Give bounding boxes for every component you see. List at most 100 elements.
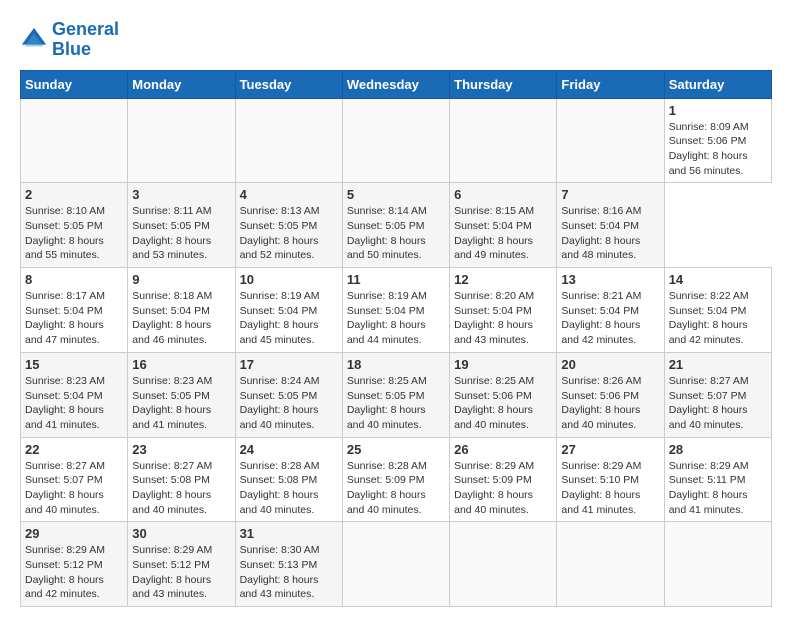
day-number: 30 xyxy=(132,526,230,541)
day-number: 19 xyxy=(454,357,552,372)
day-info: Sunrise: 8:20 AMSunset: 5:04 PMDaylight:… xyxy=(454,289,552,348)
day-info: Sunrise: 8:18 AMSunset: 5:04 PMDaylight:… xyxy=(132,289,230,348)
calendar-day-1: 1 Sunrise: 8:09 AMSunset: 5:06 PMDayligh… xyxy=(664,98,771,183)
day-header-sunday: Sunday xyxy=(21,70,128,98)
day-info: Sunrise: 8:10 AMSunset: 5:05 PMDaylight:… xyxy=(25,204,123,263)
day-number: 28 xyxy=(669,442,767,457)
day-number: 9 xyxy=(132,272,230,287)
day-info: Sunrise: 8:14 AMSunset: 5:05 PMDaylight:… xyxy=(347,204,445,263)
calendar-day-21: 21 Sunrise: 8:27 AMSunset: 5:07 PMDaylig… xyxy=(664,352,771,437)
calendar-day-14: 14 Sunrise: 8:22 AMSunset: 5:04 PMDaylig… xyxy=(664,268,771,353)
calendar-day-22: 22 Sunrise: 8:27 AMSunset: 5:07 PMDaylig… xyxy=(21,437,128,522)
day-number: 6 xyxy=(454,187,552,202)
day-info: Sunrise: 8:23 AMSunset: 5:05 PMDaylight:… xyxy=(132,374,230,433)
empty-cell xyxy=(235,98,342,183)
day-number: 2 xyxy=(25,187,123,202)
day-info: Sunrise: 8:16 AMSunset: 5:04 PMDaylight:… xyxy=(561,204,659,263)
calendar-day-23: 23 Sunrise: 8:27 AMSunset: 5:08 PMDaylig… xyxy=(128,437,235,522)
day-number: 5 xyxy=(347,187,445,202)
calendar-day-9: 9 Sunrise: 8:18 AMSunset: 5:04 PMDayligh… xyxy=(128,268,235,353)
empty-cell xyxy=(21,98,128,183)
calendar-day-28: 28 Sunrise: 8:29 AMSunset: 5:11 PMDaylig… xyxy=(664,437,771,522)
day-number: 16 xyxy=(132,357,230,372)
day-info: Sunrise: 8:27 AMSunset: 5:08 PMDaylight:… xyxy=(132,459,230,518)
day-info: Sunrise: 8:25 AMSunset: 5:06 PMDaylight:… xyxy=(454,374,552,433)
day-number: 3 xyxy=(132,187,230,202)
calendar-day-6: 6 Sunrise: 8:15 AMSunset: 5:04 PMDayligh… xyxy=(450,183,557,268)
logo-icon xyxy=(20,26,48,54)
day-info: Sunrise: 8:29 AMSunset: 5:12 PMDaylight:… xyxy=(25,543,123,602)
week-row-0: 1 Sunrise: 8:09 AMSunset: 5:06 PMDayligh… xyxy=(21,98,772,183)
calendar-day-19: 19 Sunrise: 8:25 AMSunset: 5:06 PMDaylig… xyxy=(450,352,557,437)
day-number: 4 xyxy=(240,187,338,202)
calendar-day-4: 4 Sunrise: 8:13 AMSunset: 5:05 PMDayligh… xyxy=(235,183,342,268)
calendar-day-16: 16 Sunrise: 8:23 AMSunset: 5:05 PMDaylig… xyxy=(128,352,235,437)
day-info: Sunrise: 8:24 AMSunset: 5:05 PMDaylight:… xyxy=(240,374,338,433)
day-info: Sunrise: 8:22 AMSunset: 5:04 PMDaylight:… xyxy=(669,289,767,348)
day-info: Sunrise: 8:13 AMSunset: 5:05 PMDaylight:… xyxy=(240,204,338,263)
day-header-friday: Friday xyxy=(557,70,664,98)
day-info: Sunrise: 8:27 AMSunset: 5:07 PMDaylight:… xyxy=(25,459,123,518)
day-number: 17 xyxy=(240,357,338,372)
day-number: 14 xyxy=(669,272,767,287)
calendar-day-26: 26 Sunrise: 8:29 AMSunset: 5:09 PMDaylig… xyxy=(450,437,557,522)
day-info: Sunrise: 8:28 AMSunset: 5:09 PMDaylight:… xyxy=(347,459,445,518)
day-number: 12 xyxy=(454,272,552,287)
calendar-day-29: 29 Sunrise: 8:29 AMSunset: 5:12 PMDaylig… xyxy=(21,522,128,607)
day-info: Sunrise: 8:11 AMSunset: 5:05 PMDaylight:… xyxy=(132,204,230,263)
calendar-day-25: 25 Sunrise: 8:28 AMSunset: 5:09 PMDaylig… xyxy=(342,437,449,522)
calendar-day-5: 5 Sunrise: 8:14 AMSunset: 5:05 PMDayligh… xyxy=(342,183,449,268)
day-header-monday: Monday xyxy=(128,70,235,98)
day-number: 20 xyxy=(561,357,659,372)
day-info: Sunrise: 8:25 AMSunset: 5:05 PMDaylight:… xyxy=(347,374,445,433)
calendar-day-3: 3 Sunrise: 8:11 AMSunset: 5:05 PMDayligh… xyxy=(128,183,235,268)
day-number: 29 xyxy=(25,526,123,541)
day-header-tuesday: Tuesday xyxy=(235,70,342,98)
calendar-day-15: 15 Sunrise: 8:23 AMSunset: 5:04 PMDaylig… xyxy=(21,352,128,437)
day-info: Sunrise: 8:29 AMSunset: 5:12 PMDaylight:… xyxy=(132,543,230,602)
day-header-wednesday: Wednesday xyxy=(342,70,449,98)
day-number: 13 xyxy=(561,272,659,287)
calendar-day-7: 7 Sunrise: 8:16 AMSunset: 5:04 PMDayligh… xyxy=(557,183,664,268)
empty-cell xyxy=(557,522,664,607)
week-row-1: 2 Sunrise: 8:10 AMSunset: 5:05 PMDayligh… xyxy=(21,183,772,268)
day-info: Sunrise: 8:19 AMSunset: 5:04 PMDaylight:… xyxy=(240,289,338,348)
day-info: Sunrise: 8:23 AMSunset: 5:04 PMDaylight:… xyxy=(25,374,123,433)
week-row-5: 29 Sunrise: 8:29 AMSunset: 5:12 PMDaylig… xyxy=(21,522,772,607)
calendar-day-8: 8 Sunrise: 8:17 AMSunset: 5:04 PMDayligh… xyxy=(21,268,128,353)
empty-cell xyxy=(450,98,557,183)
day-number: 21 xyxy=(669,357,767,372)
day-info: Sunrise: 8:09 AMSunset: 5:06 PMDaylight:… xyxy=(669,120,767,179)
day-info: Sunrise: 8:29 AMSunset: 5:11 PMDaylight:… xyxy=(669,459,767,518)
day-number: 26 xyxy=(454,442,552,457)
empty-cell xyxy=(342,98,449,183)
logo-text: General Blue xyxy=(52,20,119,60)
empty-cell xyxy=(342,522,449,607)
day-info: Sunrise: 8:19 AMSunset: 5:04 PMDaylight:… xyxy=(347,289,445,348)
day-number: 7 xyxy=(561,187,659,202)
empty-cell xyxy=(664,522,771,607)
day-number: 31 xyxy=(240,526,338,541)
day-header-saturday: Saturday xyxy=(664,70,771,98)
day-number: 23 xyxy=(132,442,230,457)
logo: General Blue xyxy=(20,20,119,60)
calendar-day-10: 10 Sunrise: 8:19 AMSunset: 5:04 PMDaylig… xyxy=(235,268,342,353)
empty-cell xyxy=(557,98,664,183)
day-info: Sunrise: 8:27 AMSunset: 5:07 PMDaylight:… xyxy=(669,374,767,433)
calendar-body: 1 Sunrise: 8:09 AMSunset: 5:06 PMDayligh… xyxy=(21,98,772,607)
week-row-3: 15 Sunrise: 8:23 AMSunset: 5:04 PMDaylig… xyxy=(21,352,772,437)
calendar-day-2: 2 Sunrise: 8:10 AMSunset: 5:05 PMDayligh… xyxy=(21,183,128,268)
week-row-4: 22 Sunrise: 8:27 AMSunset: 5:07 PMDaylig… xyxy=(21,437,772,522)
day-number: 24 xyxy=(240,442,338,457)
day-info: Sunrise: 8:26 AMSunset: 5:06 PMDaylight:… xyxy=(561,374,659,433)
day-number: 10 xyxy=(240,272,338,287)
calendar-day-27: 27 Sunrise: 8:29 AMSunset: 5:10 PMDaylig… xyxy=(557,437,664,522)
calendar-day-17: 17 Sunrise: 8:24 AMSunset: 5:05 PMDaylig… xyxy=(235,352,342,437)
day-header-thursday: Thursday xyxy=(450,70,557,98)
day-info: Sunrise: 8:28 AMSunset: 5:08 PMDaylight:… xyxy=(240,459,338,518)
day-number: 15 xyxy=(25,357,123,372)
day-number: 8 xyxy=(25,272,123,287)
day-info: Sunrise: 8:15 AMSunset: 5:04 PMDaylight:… xyxy=(454,204,552,263)
calendar-day-18: 18 Sunrise: 8:25 AMSunset: 5:05 PMDaylig… xyxy=(342,352,449,437)
calendar-day-31: 31 Sunrise: 8:30 AMSunset: 5:13 PMDaylig… xyxy=(235,522,342,607)
